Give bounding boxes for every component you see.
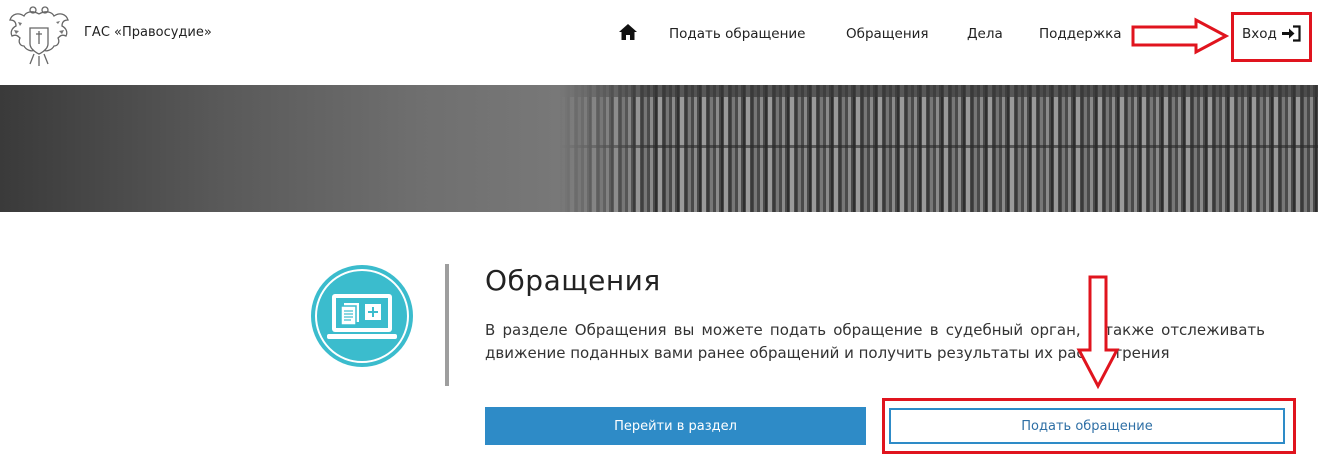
- nav-appeals[interactable]: Обращения: [846, 26, 929, 42]
- hero-banner-image: [0, 85, 1318, 212]
- coat-of-arms-logo[interactable]: [6, 4, 72, 68]
- section-title: Обращения: [485, 264, 661, 297]
- nav-support[interactable]: Поддержка: [1039, 26, 1122, 42]
- annotation-frame-login: [1231, 12, 1312, 62]
- shelf-image: [560, 85, 1318, 212]
- nav-cases[interactable]: Дела: [967, 26, 1003, 42]
- nav-submit-appeal[interactable]: Подать обращение: [669, 26, 805, 42]
- annotation-frame-submit: [882, 398, 1296, 454]
- section-description: В разделе Обращения вы можете подать обр…: [485, 321, 1265, 362]
- section-divider: [445, 264, 449, 386]
- home-icon[interactable]: [619, 24, 637, 40]
- go-to-section-button[interactable]: Перейти в раздел: [485, 407, 866, 445]
- site-header: ГАС «Правосудие» Подать обращение Обраще…: [0, 0, 1318, 85]
- site-title[interactable]: ГАС «Правосудие»: [84, 25, 212, 40]
- appeal-laptop-icon: [311, 265, 413, 367]
